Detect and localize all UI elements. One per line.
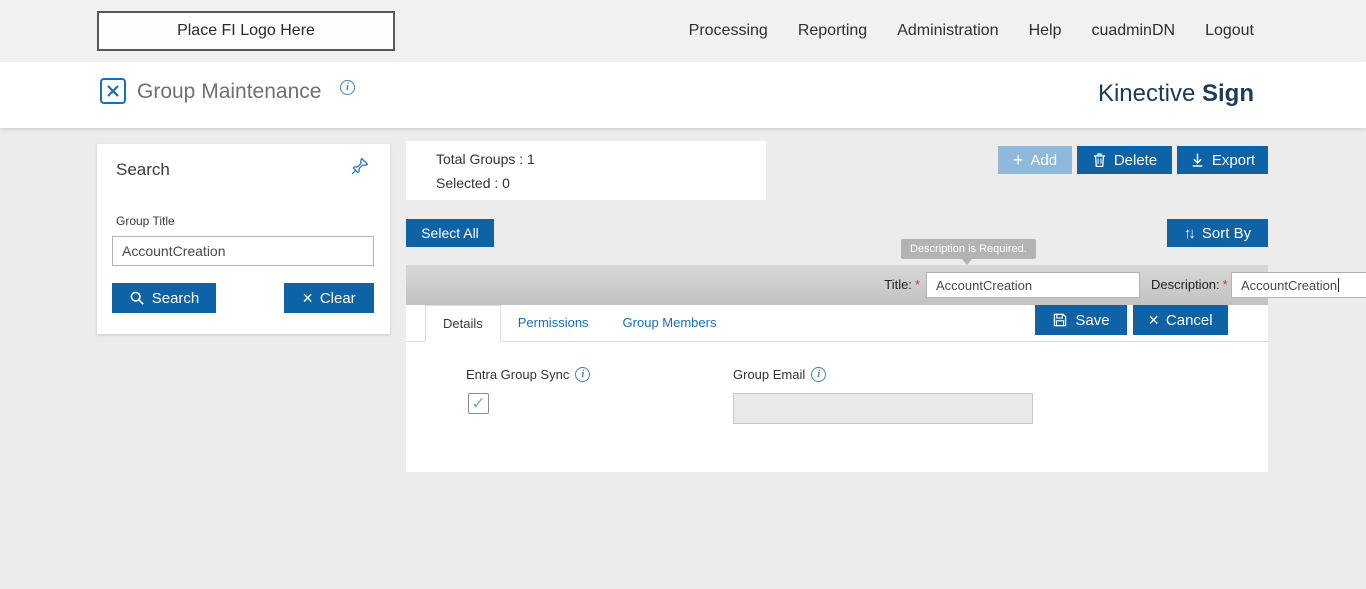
- summary-box: Total Groups : 1 Selected : 0: [406, 141, 766, 200]
- pin-icon[interactable]: [350, 156, 370, 176]
- clear-button[interactable]: × Clear: [284, 283, 374, 313]
- group-email-label: Group Email i: [733, 367, 826, 382]
- search-panel-title: Search: [116, 160, 170, 180]
- nav-logout[interactable]: Logout: [1205, 22, 1254, 40]
- tab-strip: Details Permissions Group Members Save ×…: [406, 305, 1268, 342]
- cancel-x-icon: ×: [1148, 311, 1159, 329]
- selected-count-text: Selected : 0: [436, 175, 510, 191]
- select-all-label: Select All: [421, 225, 479, 241]
- group-title-value: AccountCreation: [122, 243, 226, 259]
- export-button[interactable]: Export: [1177, 146, 1268, 174]
- fi-logo-text: Place FI Logo Here: [177, 22, 315, 40]
- description-required-marker: *: [1223, 277, 1228, 292]
- header-bar: Group Maintenance i Kinective Sign: [0, 62, 1366, 128]
- tab-details[interactable]: Details: [425, 305, 501, 342]
- nav-reporting[interactable]: Reporting: [798, 22, 867, 40]
- title-input[interactable]: AccountCreation: [926, 272, 1140, 298]
- group-detail-panel: Details Permissions Group Members Save ×…: [406, 305, 1268, 472]
- nav-help[interactable]: Help: [1029, 22, 1062, 40]
- export-button-label: Export: [1212, 152, 1255, 169]
- sort-arrows-icon: ↑↓: [1184, 225, 1193, 242]
- search-panel: Search Group Title AccountCreation Searc…: [97, 144, 390, 334]
- description-input[interactable]: AccountCreation: [1231, 272, 1366, 298]
- save-floppy-icon: [1052, 312, 1068, 328]
- cancel-button-label: Cancel: [1166, 312, 1213, 329]
- add-button-label: Add: [1030, 152, 1057, 169]
- group-maintenance-icon: [100, 78, 126, 104]
- tab-group-members[interactable]: Group Members: [606, 305, 734, 341]
- nav-processing[interactable]: Processing: [689, 22, 768, 40]
- select-all-button[interactable]: Select All: [406, 219, 494, 247]
- delete-button-label: Delete: [1114, 152, 1157, 169]
- fi-logo-placeholder: Place FI Logo Here: [97, 11, 395, 51]
- search-icon: [129, 290, 145, 306]
- entra-group-sync-info-icon[interactable]: i: [575, 367, 590, 382]
- group-title-input[interactable]: AccountCreation: [112, 236, 374, 266]
- group-row-header: Title:* AccountCreation Description:* Ac…: [406, 265, 1268, 305]
- search-button-label: Search: [152, 290, 200, 307]
- entra-group-sync-checkbox[interactable]: ✓: [468, 393, 489, 414]
- validation-tooltip: Description is Required.: [901, 239, 1036, 259]
- brand-product: Sign: [1202, 80, 1254, 107]
- sort-by-label: Sort By: [1202, 225, 1251, 242]
- title-field-label: Title:*: [868, 277, 920, 292]
- page-title-info-icon[interactable]: i: [340, 80, 355, 95]
- delete-button[interactable]: Delete: [1077, 146, 1172, 174]
- download-icon: [1190, 152, 1205, 168]
- group-email-input: [733, 393, 1033, 424]
- page: Place FI Logo Here Processing Reporting …: [0, 0, 1366, 589]
- validation-tooltip-text: Description is Required.: [910, 243, 1027, 255]
- total-groups-text: Total Groups : 1: [436, 151, 535, 167]
- save-button[interactable]: Save: [1035, 305, 1127, 335]
- brand-logo: Kinective Sign: [1098, 80, 1254, 108]
- description-input-value: AccountCreation: [1241, 278, 1337, 293]
- text-cursor: [1338, 278, 1339, 292]
- add-button[interactable]: + Add: [998, 146, 1072, 174]
- entra-group-sync-label: Entra Group Sync i: [466, 367, 590, 382]
- description-field-label: Description:*: [1151, 277, 1228, 292]
- nav-user-cuadmindn[interactable]: cuadminDN: [1091, 22, 1175, 40]
- title-input-value: AccountCreation: [936, 278, 1032, 293]
- plus-icon: +: [1013, 151, 1024, 169]
- top-nav: Processing Reporting Administration Help…: [689, 0, 1254, 62]
- title-label-text: Title:: [884, 277, 912, 292]
- clear-x-icon: ×: [302, 289, 313, 307]
- group-title-label: Group Title: [116, 214, 175, 228]
- clear-button-label: Clear: [320, 290, 356, 307]
- nav-administration[interactable]: Administration: [897, 22, 998, 40]
- search-button[interactable]: Search: [112, 283, 216, 313]
- group-email-info-icon[interactable]: i: [811, 367, 826, 382]
- sort-by-button[interactable]: ↑↓ Sort By: [1167, 219, 1268, 247]
- check-icon: ✓: [471, 394, 485, 414]
- save-button-label: Save: [1075, 312, 1109, 329]
- group-email-text: Group Email: [733, 367, 805, 382]
- page-title: Group Maintenance: [137, 80, 321, 104]
- top-bar: Place FI Logo Here Processing Reporting …: [0, 0, 1366, 62]
- entra-group-sync-text: Entra Group Sync: [466, 367, 569, 382]
- trash-icon: [1092, 152, 1107, 168]
- title-required-marker: *: [915, 277, 920, 292]
- tab-permissions[interactable]: Permissions: [501, 305, 606, 341]
- brand-name: Kinective: [1098, 80, 1195, 107]
- cancel-button[interactable]: × Cancel: [1133, 305, 1228, 335]
- description-label-text: Description:: [1151, 277, 1220, 292]
